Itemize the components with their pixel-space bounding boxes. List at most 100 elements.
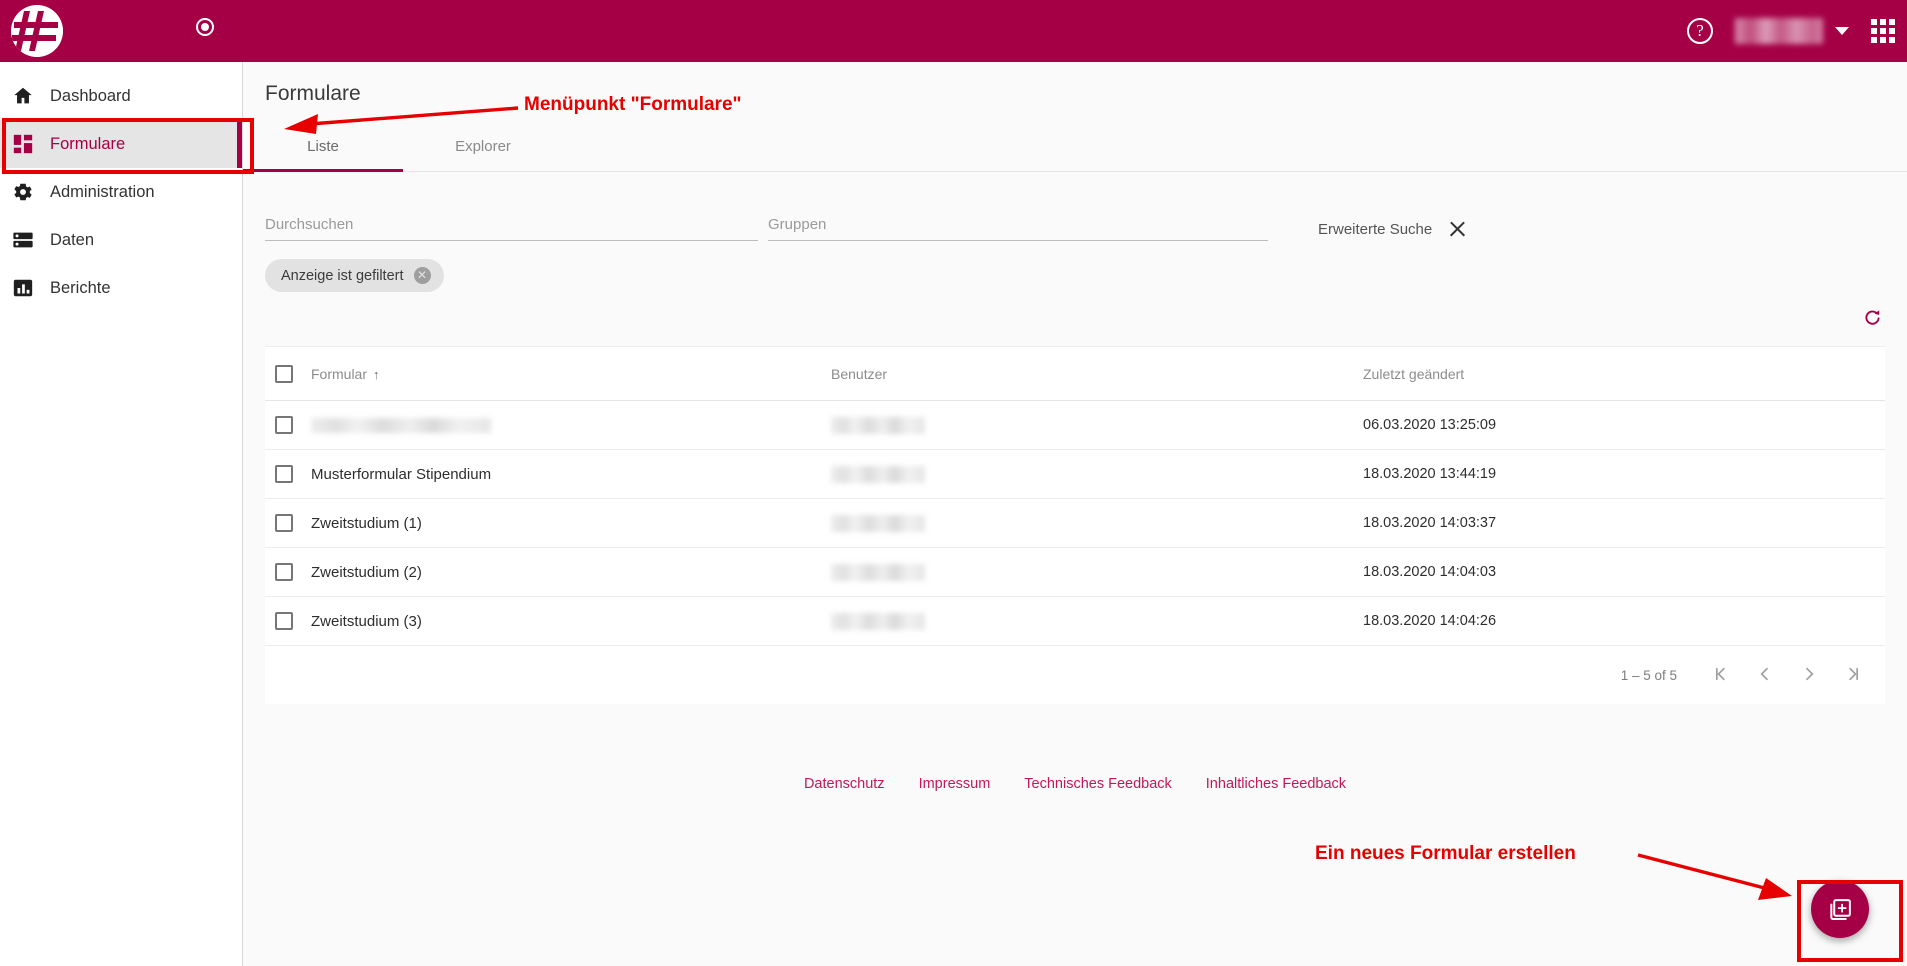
- tab-label: Explorer: [455, 138, 511, 155]
- paginator: 1 – 5 of 5: [265, 646, 1885, 704]
- create-form-fab[interactable]: [1811, 880, 1869, 938]
- sidebar-item-berichte[interactable]: Berichte: [0, 264, 242, 312]
- table-header-row: Formular ↑ Benutzer Zuletzt geändert: [265, 347, 1885, 401]
- paginator-range-label: 1 – 5 of 5: [1620, 667, 1677, 683]
- advanced-search-toggle[interactable]: Erweiterte Suche: [1318, 220, 1467, 241]
- sidebar-item-label: Administration: [50, 182, 155, 201]
- record-circle-icon[interactable]: [196, 18, 214, 36]
- apps-grid-icon[interactable]: [1871, 19, 1895, 43]
- forms-table: Formular ↑ Benutzer Zuletzt geändert 06.0…: [265, 346, 1885, 704]
- benutzer-redacted: [831, 612, 925, 630]
- chevron-down-icon: [1835, 27, 1849, 35]
- advanced-search-label: Erweiterte Suche: [1318, 221, 1433, 238]
- user-name-redacted: [1735, 18, 1823, 44]
- main-content: Formulare Liste Explorer Durchsuchen Gru…: [243, 62, 1907, 966]
- filter-chip[interactable]: Anzeige ist gefiltert ✕: [265, 259, 444, 292]
- benutzer-redacted: [831, 563, 925, 581]
- library-add-icon: [1829, 898, 1851, 920]
- benutzer-redacted: [831, 514, 925, 532]
- table-row[interactable]: Zweitstudium (3) 18.03.2020 14:04:26: [265, 597, 1885, 646]
- row-checkbox[interactable]: [275, 416, 293, 434]
- row-checkbox[interactable]: [275, 465, 293, 483]
- groups-placeholder: Gruppen: [768, 216, 827, 233]
- groups-input[interactable]: Gruppen: [768, 216, 1268, 241]
- column-header-zuletzt-geaendert[interactable]: Zuletzt geändert: [1341, 366, 1885, 382]
- first-page-icon[interactable]: [1711, 664, 1731, 687]
- previous-page-icon[interactable]: [1755, 664, 1775, 687]
- app-logo[interactable]: [6, 0, 68, 62]
- sidebar-item-dashboard[interactable]: Dashboard: [0, 72, 242, 120]
- cell-formular: Zweitstudium (2): [311, 563, 422, 581]
- sidebar-item-formulare[interactable]: Formulare: [0, 120, 242, 168]
- filter-chip-label: Anzeige ist gefiltert: [281, 267, 404, 284]
- table-row[interactable]: Zweitstudium (1) 18.03.2020 14:03:37: [265, 499, 1885, 548]
- cell-zuletzt-geaendert: 18.03.2020 13:44:19: [1363, 466, 1497, 482]
- sidebar-item-daten[interactable]: Daten: [0, 216, 242, 264]
- cell-benutzer: [831, 563, 1341, 581]
- hash-logo-icon: [11, 5, 63, 57]
- cell-formular: Zweitstudium (1): [311, 514, 422, 532]
- gear-icon: [12, 181, 34, 203]
- tab-liste[interactable]: Liste: [243, 132, 403, 172]
- bar-chart-icon: [12, 277, 34, 299]
- dashboard-icon: [12, 133, 34, 155]
- row-checkbox[interactable]: [275, 514, 293, 532]
- last-page-icon[interactable]: [1843, 664, 1863, 687]
- sort-ascending-icon: ↑: [373, 366, 380, 382]
- cell-zuletzt-geaendert: 06.03.2020 13:25:09: [1363, 417, 1497, 433]
- footer-link-inhaltliches-feedback[interactable]: Inhaltliches Feedback: [1206, 776, 1346, 792]
- app-header: ?: [0, 0, 1907, 62]
- benutzer-redacted: [831, 416, 925, 434]
- row-checkbox[interactable]: [275, 563, 293, 581]
- cell-zuletzt-geaendert: 18.03.2020 14:04:26: [1363, 613, 1497, 629]
- cell-benutzer: [831, 514, 1341, 532]
- search-placeholder: Durchsuchen: [265, 216, 354, 233]
- table-toolbar: [243, 292, 1907, 334]
- cell-zuletzt-geaendert: 18.03.2020 14:04:03: [1363, 564, 1497, 580]
- sidebar-item-administration[interactable]: Administration: [0, 168, 242, 216]
- footer-link-technisches-feedback[interactable]: Technisches Feedback: [1024, 776, 1172, 792]
- next-page-icon[interactable]: [1799, 664, 1819, 687]
- refresh-icon[interactable]: [1862, 308, 1883, 334]
- footer-link-datenschutz[interactable]: Datenschutz: [804, 776, 885, 792]
- active-filters: Anzeige ist gefiltert ✕: [243, 241, 1907, 292]
- footer-links: Datenschutz Impressum Technisches Feedba…: [243, 776, 1907, 792]
- cell-formular: Zweitstudium (3): [311, 612, 422, 630]
- footer-link-impressum[interactable]: Impressum: [919, 776, 991, 792]
- select-all-checkbox[interactable]: [275, 364, 293, 383]
- tab-label: Liste: [307, 138, 339, 155]
- cell-zuletzt-geaendert: 18.03.2020 14:03:37: [1363, 515, 1497, 531]
- home-icon: [12, 85, 34, 107]
- column-header-benutzer[interactable]: Benutzer: [831, 366, 1341, 382]
- header-actions: ?: [1687, 0, 1895, 62]
- tab-bar: Liste Explorer: [243, 132, 1907, 172]
- cell-formular: [311, 417, 831, 434]
- chip-remove-icon[interactable]: ✕: [413, 267, 431, 284]
- benutzer-redacted: [831, 465, 925, 483]
- help-circle-icon[interactable]: ?: [1687, 18, 1713, 44]
- search-input[interactable]: Durchsuchen: [265, 216, 758, 241]
- formular-redacted: [311, 418, 491, 434]
- sidebar-item-label: Formulare: [50, 134, 126, 153]
- user-menu[interactable]: [1731, 18, 1853, 44]
- paginator-buttons: [1711, 664, 1863, 687]
- row-checkbox[interactable]: [275, 612, 293, 630]
- cell-benutzer: [831, 612, 1341, 630]
- table-row[interactable]: Zweitstudium (2) 18.03.2020 14:04:03: [265, 548, 1885, 597]
- column-label: Formular: [311, 365, 368, 382]
- sidebar-item-label: Dashboard: [50, 86, 131, 105]
- table-row[interactable]: 06.03.2020 13:25:09: [265, 401, 1885, 450]
- sidebar-item-label: Daten: [50, 230, 95, 249]
- tab-explorer[interactable]: Explorer: [403, 132, 563, 171]
- filter-bar: Durchsuchen Gruppen Erweiterte Suche: [243, 172, 1907, 241]
- cell-benutzer: [831, 416, 1341, 434]
- sidebar-item-label: Berichte: [50, 278, 111, 297]
- cell-benutzer: [831, 465, 1341, 483]
- close-icon[interactable]: [1448, 220, 1467, 239]
- cell-formular: Musterformular Stipendium: [311, 465, 492, 483]
- sidebar: Dashboard Formulare Administration Daten…: [0, 62, 243, 966]
- page-title: Formulare: [265, 82, 361, 105]
- storage-icon: [12, 229, 34, 251]
- column-header-formular[interactable]: Formular ↑: [311, 366, 831, 382]
- table-row[interactable]: Musterformular Stipendium 18.03.2020 13:…: [265, 450, 1885, 499]
